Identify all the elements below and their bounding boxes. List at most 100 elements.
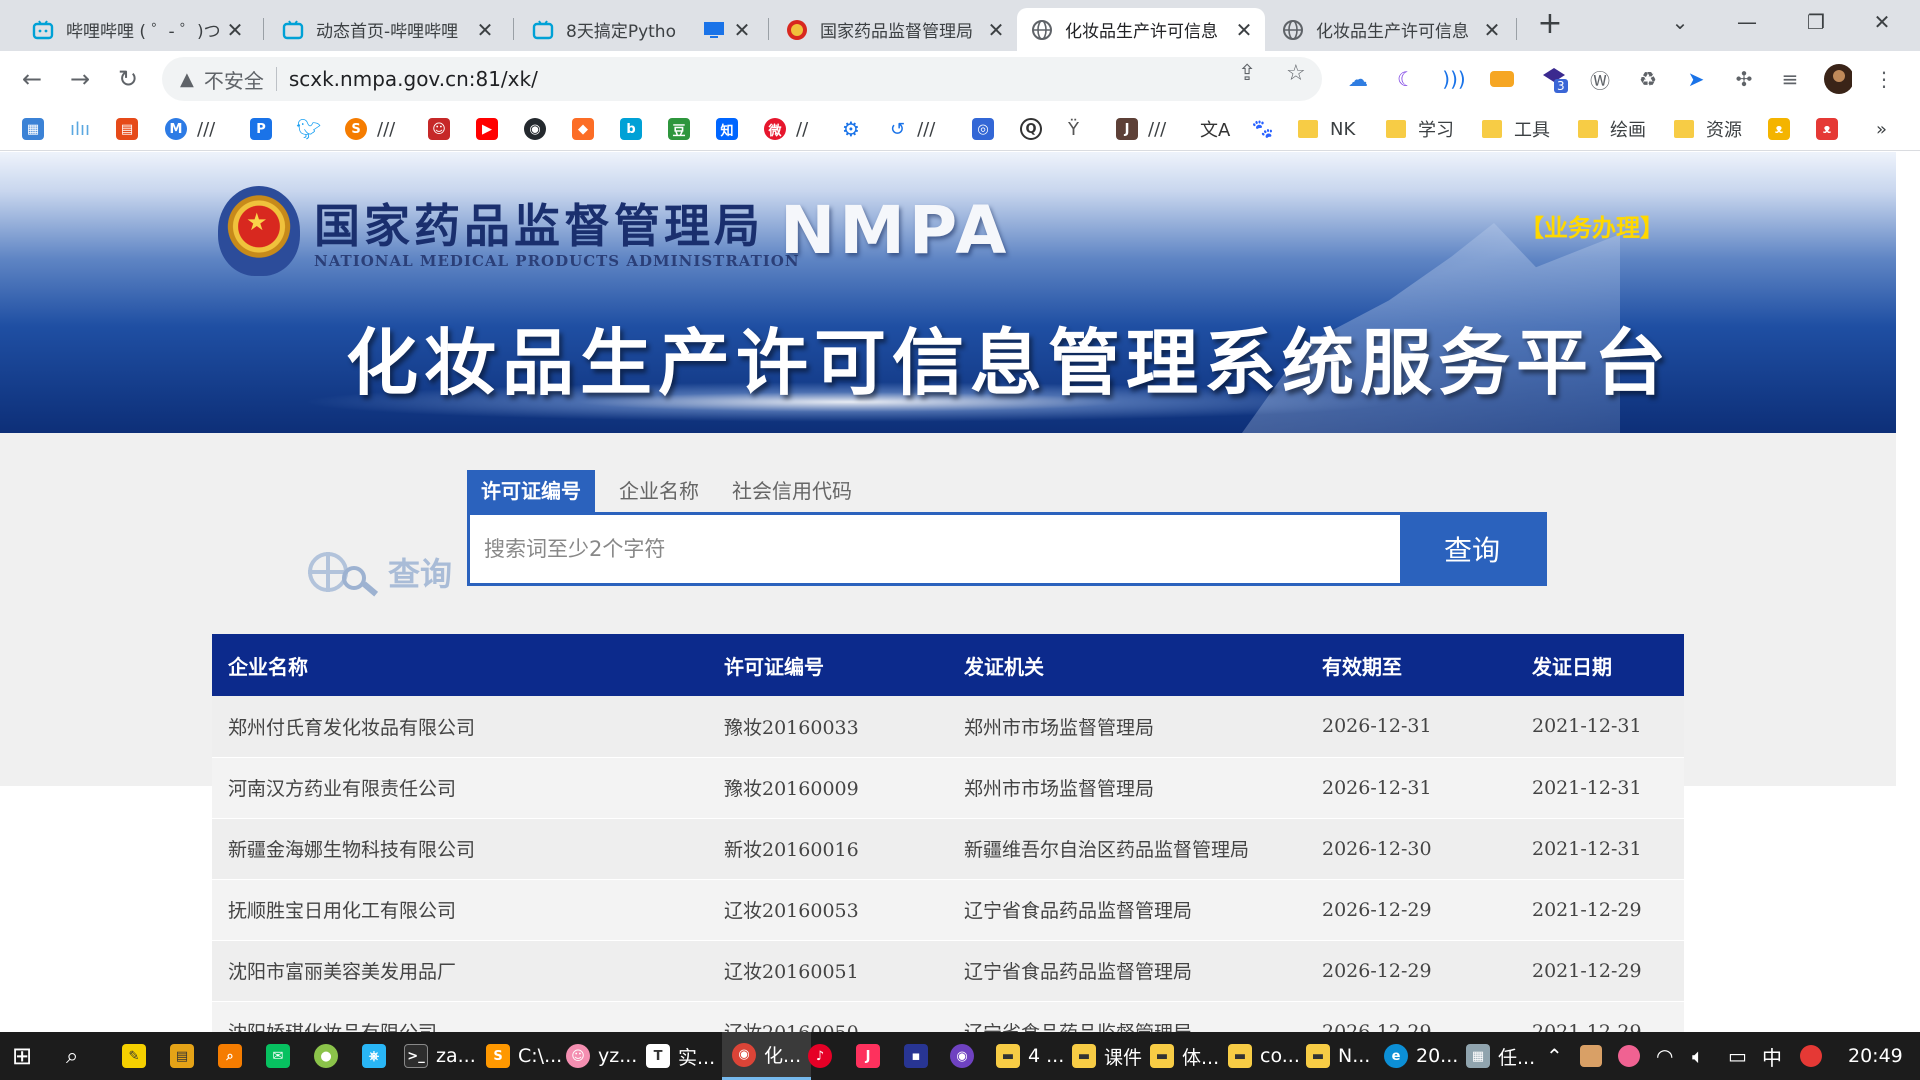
- profile-avatar[interactable]: [1824, 64, 1852, 94]
- browser-tab-1[interactable]: 哔哩哔哩 ( ゜- ゜)つ ✕: [18, 8, 256, 51]
- volume-icon[interactable]: 🔈︎: [1692, 1032, 1704, 1080]
- search-icon[interactable]: ⌕: [66, 1032, 78, 1080]
- wifi-icon[interactable]: ◠: [1656, 1032, 1673, 1080]
- taskbar-folder-co[interactable]: ▬ co...: [1228, 1032, 1300, 1080]
- table-row[interactable]: 河南汉方药业有限责任公司 豫妆20160009 郑州市市场监督管理局 2026-…: [212, 757, 1684, 819]
- sticky-notes-icon[interactable]: ✎: [122, 1032, 154, 1080]
- close-tab-icon[interactable]: ✕: [224, 18, 246, 42]
- url-text[interactable]: scxk.nmpa.gov.cn:81/xk/: [289, 67, 538, 91]
- bookmark-grid-icon[interactable]: ▦: [22, 117, 44, 141]
- forward-arrow-icon[interactable]: →: [64, 63, 96, 95]
- company-name-cell[interactable]: 新疆金海娜生物科技有限公司: [212, 818, 708, 880]
- bookmark-s-item[interactable]: S///: [345, 117, 395, 141]
- wechat-icon[interactable]: ✉: [266, 1032, 298, 1080]
- github-desktop-icon[interactable]: ◉: [950, 1032, 982, 1080]
- bookmark-youtube-icon[interactable]: ▶: [476, 117, 498, 141]
- table-row[interactable]: 抚顺胜宝日用化工有限公司 辽妆20160053 辽宁省食品药品监督管理局 202…: [212, 879, 1684, 941]
- close-tab-icon[interactable]: ✕: [1233, 18, 1255, 42]
- wordpress-extension-icon[interactable]: Ⓦ: [1586, 65, 1614, 93]
- tray-cat-icon[interactable]: [1580, 1032, 1602, 1080]
- jetbrains-icon[interactable]: J: [856, 1032, 888, 1080]
- tray-overflow-icon[interactable]: ⌃: [1546, 1032, 1563, 1080]
- minimize-window-icon[interactable]: —: [1727, 6, 1767, 38]
- bookmark-p-icon[interactable]: P: [250, 117, 272, 141]
- bookmark-github-icon[interactable]: ◉: [524, 117, 546, 141]
- table-row[interactable]: 沈阳市富丽美容美发用品厂 辽妆20160051 辽宁省食品药品监督管理局 202…: [212, 940, 1684, 1002]
- browser-tab-6[interactable]: 化妆品生产许可信息 ✕: [1268, 8, 1513, 51]
- tab-license-number[interactable]: 许可证编号: [467, 470, 595, 512]
- app-dark-icon[interactable]: ▪: [904, 1032, 936, 1080]
- new-tab-button[interactable]: +: [1535, 9, 1565, 40]
- close-tab-icon[interactable]: ✕: [1481, 18, 1503, 42]
- everything-search-icon[interactable]: ⌕: [218, 1032, 250, 1080]
- app-green-icon[interactable]: ●: [314, 1032, 346, 1080]
- security-label[interactable]: 不安全: [204, 65, 264, 94]
- bookmark-star-icon[interactable]: ☆: [1286, 61, 1306, 86]
- battery-icon[interactable]: ▭: [1728, 1032, 1747, 1080]
- bookmark-folder-study[interactable]: 学习: [1386, 117, 1454, 141]
- bookmark-douban-icon[interactable]: 豆: [668, 117, 690, 141]
- close-tab-icon[interactable]: ✕: [731, 18, 753, 42]
- puzzle-extensions-icon[interactable]: ✣: [1730, 65, 1758, 93]
- table-row[interactable]: 新疆金海娜生物科技有限公司 新妆20160016 新疆维吾尔自治区药品监督管理局…: [212, 818, 1684, 880]
- company-name-cell[interactable]: 沈阳娇琪化妆品有限公司: [212, 1001, 708, 1032]
- bookmark-folder-nk[interactable]: NK: [1298, 117, 1355, 141]
- back-arrow-icon[interactable]: ←: [16, 63, 48, 95]
- sogou-ime-icon[interactable]: [1800, 1032, 1822, 1080]
- taskbar-task-manager[interactable]: ▦ 任...: [1466, 1032, 1535, 1080]
- taskbar-folder-body[interactable]: ▬ 体...: [1150, 1032, 1219, 1080]
- app-network-icon[interactable]: ⎈: [362, 1032, 394, 1080]
- more-menu-icon[interactable]: ⋮: [1870, 65, 1898, 93]
- bookmark-bilibili-icon[interactable]: b: [620, 117, 642, 141]
- bookmark-folder-drawing[interactable]: 绘画: [1578, 117, 1646, 141]
- cursor-extension-icon[interactable]: ➤: [1682, 65, 1710, 93]
- close-tab-icon[interactable]: ✕: [985, 18, 1007, 42]
- cloud-extension-icon[interactable]: ☁: [1344, 65, 1372, 93]
- taskbar-terminal[interactable]: >_ za...: [404, 1032, 476, 1080]
- bookmark-j-item[interactable]: J///: [1116, 117, 1166, 141]
- bookmark-gitlab-icon[interactable]: ◆: [572, 117, 594, 141]
- bookmark-apps-icon[interactable]: ▤: [116, 117, 138, 141]
- bookmark-audio-icon[interactable]: ılıı: [70, 117, 90, 141]
- table-row[interactable]: 郑州付氏育发化妆品有限公司 豫妆20160033 郑州市市场监督管理局 2026…: [212, 696, 1684, 758]
- bookmark-cat-icon[interactable]: ᴥ: [1768, 117, 1790, 141]
- bookmark-v-icon[interactable]: Ÿ: [1068, 117, 1079, 141]
- taskbar-folder-4[interactable]: ▬ 4 ...: [996, 1032, 1064, 1080]
- bookmark-translate-icon[interactable]: 文A: [1200, 117, 1230, 141]
- bookmark-folder-resources[interactable]: 资源: [1674, 117, 1742, 141]
- netease-music-icon[interactable]: ♪: [808, 1032, 840, 1080]
- bookmark-history-item[interactable]: ↺///: [890, 117, 935, 141]
- windows-start-icon[interactable]: ⊞: [12, 1032, 32, 1080]
- warning-triangle-icon[interactable]: ▲: [180, 69, 194, 90]
- bookmark-q-icon[interactable]: Q: [1020, 117, 1042, 141]
- taskbar-folder-courseware[interactable]: ▬ 课件: [1072, 1032, 1142, 1080]
- company-name-cell[interactable]: 抚顺胜宝日用化工有限公司: [212, 879, 708, 941]
- browser-tab-4[interactable]: 国家药品监督管理局 ✕: [772, 8, 1017, 51]
- bookmark-camera-icon[interactable]: ◎: [972, 117, 994, 141]
- company-name-cell[interactable]: 河南汉方药业有限责任公司: [212, 757, 708, 819]
- company-name-cell[interactable]: 沈阳市富丽美容美发用品厂: [212, 940, 708, 1002]
- bookmark-m-item[interactable]: M///: [165, 117, 215, 141]
- reload-icon[interactable]: ↻: [112, 63, 144, 95]
- taskbar-folder-n[interactable]: ▬ N...: [1306, 1032, 1370, 1080]
- bookmark-dog-icon[interactable]: ᴥ: [1816, 117, 1838, 141]
- browser-tab-3[interactable]: 8天搞定Pytho ✕: [518, 8, 763, 51]
- address-bar[interactable]: ▲ 不安全 scxk.nmpa.gov.cn:81/xk/: [162, 57, 1322, 101]
- taskbar-edge[interactable]: e 20...: [1384, 1032, 1458, 1080]
- taskbar-yz[interactable]: ☺ yz...: [566, 1032, 637, 1080]
- table-row[interactable]: 沈阳娇琪化妆品有限公司 辽妆20160050 辽宁省食品药品监督管理局 2026…: [212, 1001, 1684, 1032]
- bookmark-zhihu-icon[interactable]: 知: [716, 117, 738, 141]
- search-button[interactable]: 查询: [1400, 515, 1544, 583]
- search-input[interactable]: [470, 515, 1400, 583]
- bookmark-settings-icon[interactable]: ⚙: [842, 117, 860, 141]
- business-link[interactable]: 【业务办理】: [1520, 208, 1664, 243]
- taskbar-chrome[interactable]: ◉ 化...: [722, 1032, 812, 1080]
- system-clock[interactable]: 20:49: [1848, 1032, 1903, 1080]
- taskbar-sublime[interactable]: S C:\...: [486, 1032, 562, 1080]
- bookmark-baidu-icon[interactable]: 🐾︎: [1250, 117, 1275, 141]
- explorer-icon[interactable]: ▤: [170, 1032, 202, 1080]
- share-icon[interactable]: ⇪: [1238, 61, 1256, 86]
- ime-indicator[interactable]: 中: [1762, 1032, 1782, 1080]
- tray-character-icon[interactable]: [1618, 1032, 1640, 1080]
- moon-extension-icon[interactable]: ☾: [1392, 65, 1420, 93]
